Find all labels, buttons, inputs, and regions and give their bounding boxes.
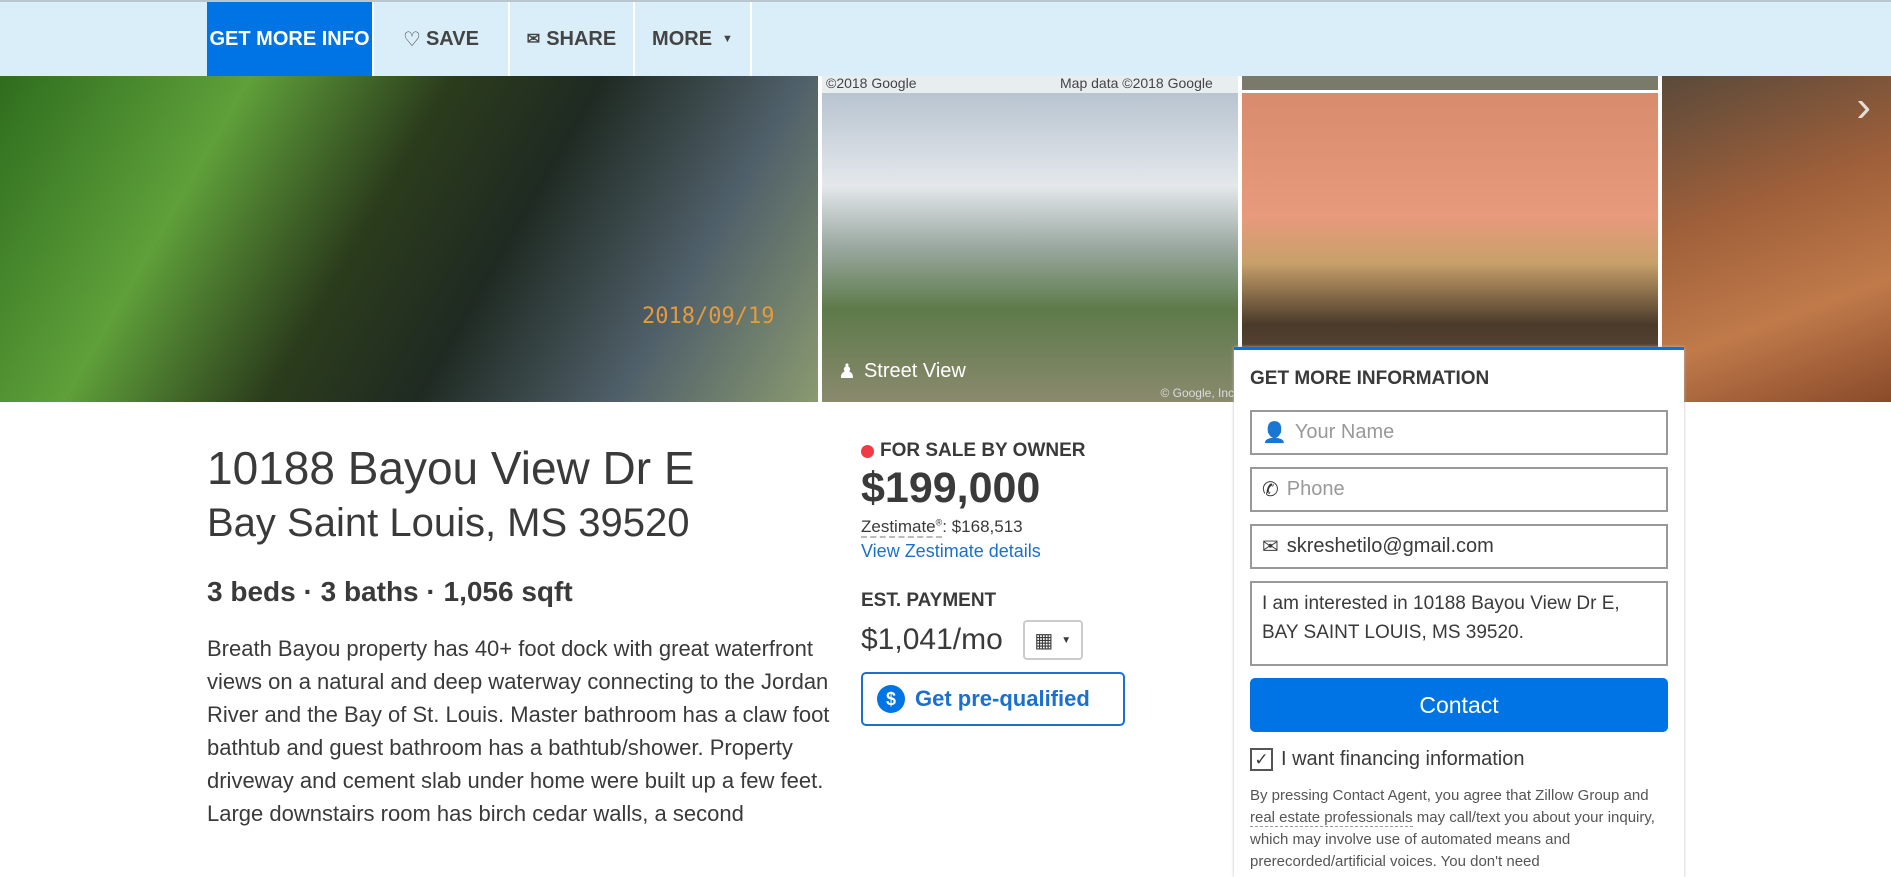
more-button[interactable]: MORE ▼ — [635, 2, 752, 76]
share-button[interactable]: ✉ SHARE — [510, 2, 635, 76]
save-button[interactable]: ♡ SAVE — [374, 2, 510, 76]
email-value: skreshetilo@gmail.com — [1286, 535, 1494, 557]
share-label: SHARE — [546, 27, 617, 50]
phone-placeholder: Phone — [1286, 478, 1345, 500]
get-pre-qualified-button[interactable]: $ Get pre-qualified — [861, 672, 1125, 726]
map-credit: ©2018 Google — [826, 76, 917, 91]
address-line2: Bay Saint Louis, MS 39520 — [207, 501, 690, 545]
form-title: GET MORE INFORMATION — [1250, 368, 1490, 389]
dollar-icon: $ — [877, 685, 905, 713]
phone-icon: ✆ — [1262, 479, 1279, 501]
envelope-icon: ✉ — [1262, 536, 1279, 558]
zestimate-label[interactable]: Zestimate® — [861, 517, 943, 538]
status-badge: FOR SALE BY OWNER — [861, 440, 1161, 462]
caret-down-icon: ▼ — [1061, 634, 1072, 646]
deck-photo[interactable]: › — [1662, 76, 1891, 402]
real-estate-professionals-link[interactable]: real estate professionals — [1250, 809, 1413, 827]
property-facts: 3 beds · 3 baths · 1,056 sqft — [207, 576, 573, 607]
photo-thumbnail[interactable] — [1242, 76, 1658, 90]
est-payment-value: $1,041/mo — [861, 623, 1003, 656]
map-thumbnail[interactable]: ©2018 Google Map data ©2018 Google — [822, 76, 1238, 93]
next-photo-arrow-icon[interactable]: › — [1856, 82, 1871, 132]
pre-qualified-label: Get pre-qualified — [915, 686, 1090, 711]
zestimate-value: : $168,513 — [942, 517, 1023, 536]
map-data-credit: Map data ©2018 Google — [1060, 76, 1213, 91]
main-photo[interactable]: 2018/09/19 — [0, 76, 818, 402]
email-input[interactable]: ✉ skreshetilo@gmail.com — [1250, 524, 1668, 569]
contact-button[interactable]: Contact — [1250, 678, 1668, 732]
street-view-label[interactable]: ♟ Street View — [838, 359, 966, 384]
view-zestimate-link[interactable]: View Zestimate details — [861, 541, 1161, 562]
caret-down-icon: ▼ — [722, 33, 733, 45]
address-line1: 10188 Bayou View Dr E — [207, 442, 695, 494]
action-bar: GET MORE INFO ♡ SAVE ✉ SHARE MORE ▼ — [0, 0, 1891, 76]
name-placeholder: Your Name — [1294, 421, 1395, 443]
name-input[interactable]: 👤 Your Name — [1250, 410, 1668, 455]
price: $199,000 — [861, 464, 1041, 512]
more-label: MORE — [652, 27, 713, 50]
est-payment-label: EST. PAYMENT — [861, 590, 997, 611]
photo-date-stamp: 2018/09/19 — [642, 304, 775, 329]
heart-icon: ♡ — [403, 28, 421, 51]
person-icon: 👤 — [1262, 422, 1287, 444]
pegman-icon: ♟ — [838, 361, 856, 383]
message-textarea[interactable]: I am interested in 10188 Bayou View Dr E… — [1250, 581, 1668, 666]
financing-checkbox-row[interactable]: ✓ I want financing information — [1250, 748, 1668, 771]
zestimate: Zestimate®: $168,513 — [861, 517, 1161, 538]
street-view-text: Street View — [863, 360, 966, 382]
google-credit: © Google, Inc — [1160, 386, 1234, 400]
envelope-icon: ✉ — [526, 31, 541, 48]
legal-text-1: By pressing Contact Agent, you agree tha… — [1250, 787, 1649, 804]
contact-form: GET MORE INFORMATION 👤 Your Name ✆ Phone ✉… — [1234, 347, 1684, 877]
status-dot-icon — [861, 444, 874, 458]
save-label: SAVE — [425, 27, 479, 50]
calculator-icon: ▦ — [1034, 629, 1054, 652]
street-view-photo[interactable]: ♟ Street View © Google, Inc — [822, 93, 1238, 402]
legal-disclaimer: By pressing Contact Agent, you agree tha… — [1250, 785, 1668, 873]
calculator-dropdown[interactable]: ▦ ▼ — [1022, 620, 1083, 660]
financing-label: I want financing information — [1281, 748, 1525, 770]
financing-checkbox[interactable]: ✓ — [1250, 748, 1273, 771]
zestimate-label-text: Zestimate — [861, 517, 936, 536]
get-more-info-button[interactable]: GET MORE INFO — [207, 2, 374, 76]
property-description: Breath Bayou property has 40+ foot dock … — [207, 636, 830, 826]
phone-input[interactable]: ✆ Phone — [1250, 467, 1668, 512]
status-text: FOR SALE BY OWNER — [880, 440, 1086, 461]
price-panel: FOR SALE BY OWNER $199,000 Zestimate®: $… — [861, 440, 1161, 726]
listing-details: 10188 Bayou View Dr E Bay Saint Louis, M… — [207, 440, 837, 830]
